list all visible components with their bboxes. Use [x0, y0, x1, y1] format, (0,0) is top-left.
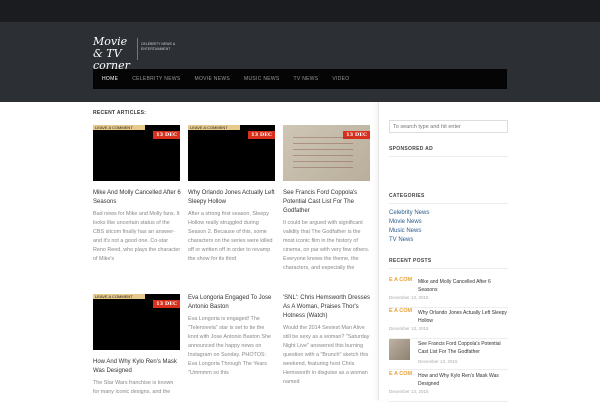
article-thumbnail[interactable]: LEAVE A COMMENT 13 DEC: [188, 125, 275, 181]
site-header: Movie & TV corner Celebrity news & enter…: [0, 22, 600, 102]
categories-title: CATEGORIES: [389, 193, 508, 204]
article-card: LEAVE A COMMENT 13 DEC How And Why Kylo R…: [93, 294, 181, 397]
logo-divider: [137, 38, 138, 60]
categories-list: Celebrity News Movie News Music News TV …: [389, 209, 429, 245]
sidebar: SPONSORED AD CATEGORIES Celebrity News M…: [378, 102, 513, 402]
recent-post-date: December 13, 2015: [389, 389, 429, 394]
category-link[interactable]: Celebrity News: [389, 209, 429, 218]
article-excerpt: Bad news for Mike and Molly fans. It loo…: [93, 211, 181, 262]
article-title[interactable]: See Francis Ford Coppola's Potential Cas…: [283, 189, 371, 216]
post-thumb-label: E A COM: [389, 308, 413, 314]
sponsored-title: SPONSORED AD: [389, 146, 508, 157]
site-logo[interactable]: Movie & TV corner: [93, 36, 135, 72]
article-excerpt: Eva Longoria is engaged! The "Telenovela…: [188, 316, 272, 376]
date-badge: 13 DEC: [343, 131, 370, 139]
main-nav: Home Celebrity News Movie News Music New…: [93, 69, 507, 89]
post-thumb-label: E A COM: [389, 277, 413, 283]
article-excerpt: After a strong first season, Sleepy Holl…: [188, 211, 273, 262]
nav-celebrity-news[interactable]: Celebrity News: [132, 76, 180, 82]
article-title[interactable]: How And Why Kylo Ren's Mask Was Designed: [93, 358, 181, 376]
article-thumbnail[interactable]: LEAVE A COMMENT 13 DEC: [93, 125, 180, 181]
recent-post[interactable]: See Francis Ford Coppola's Potential Cas…: [389, 339, 508, 370]
nav-music-news[interactable]: Music News: [244, 76, 280, 82]
article-excerpt: Would the 2014 Sexiest Man Alive still b…: [283, 325, 370, 385]
article-card: Eva Longoria Engaged To Jose Antonio Bas…: [188, 286, 276, 378]
site-tagline: Celebrity news & entertainment: [141, 42, 176, 51]
recent-post-title[interactable]: Mike and Molly Cancelled After 6 Seasons: [418, 278, 510, 294]
nav-tv-news[interactable]: TV News: [294, 76, 319, 82]
article-thumbnail[interactable]: LEAVE A COMMENT 13 DEC: [93, 294, 180, 350]
date-badge: 13 DEC: [153, 131, 180, 139]
article-card: LEAVE A COMMENT 13 DEC Why Orlando Jones …: [188, 125, 276, 264]
category-link[interactable]: Music News: [389, 227, 429, 236]
recent-post-date: December 13, 2015: [389, 326, 429, 331]
article-title[interactable]: Eva Longoria Engaged To Jose Antonio Bas…: [188, 294, 276, 312]
article-card: LEAVE A COMMENT 13 DEC Mike And Molly Can…: [93, 125, 181, 264]
main-content: RECENT ARTICLES:: [93, 110, 375, 116]
article-card: 'SNL': Chris Hemsworth Dresses As A Woma…: [283, 286, 371, 387]
article-excerpt: The Star Wars franchise is known for man…: [93, 380, 174, 395]
recent-post-thumbnail[interactable]: [389, 339, 410, 360]
category-link[interactable]: Movie News: [389, 218, 429, 227]
recent-post[interactable]: E A COM Why Orlando Jones Actually Left …: [389, 308, 508, 339]
article-card: 13 DEC See Francis Ford Coppola's Potent…: [283, 125, 371, 273]
date-badge: 13 DEC: [248, 131, 275, 139]
nav-home[interactable]: Home: [102, 76, 118, 82]
post-thumb-label: E A COM: [389, 371, 413, 377]
recent-post-date: December 13, 2015: [418, 359, 458, 364]
recent-post-title[interactable]: Why Orlando Jones Actually Left Sleepy H…: [418, 309, 510, 325]
recent-post[interactable]: E A COM How and Why Kylo Ren's Mask Was …: [389, 371, 508, 402]
section-title: RECENT ARTICLES:: [93, 110, 147, 116]
top-bar: [0, 0, 600, 22]
date-badge: 13 DEC: [153, 300, 180, 308]
article-thumbnail[interactable]: 13 DEC: [283, 125, 370, 181]
article-title[interactable]: Mike And Molly Cancelled After 6 Seasons: [93, 189, 181, 207]
recent-post-title[interactable]: See Francis Ford Coppola's Potential Cas…: [418, 340, 510, 356]
article-title[interactable]: 'SNL': Chris Hemsworth Dresses As A Woma…: [283, 294, 371, 321]
nav-movie-news[interactable]: Movie News: [195, 76, 231, 82]
leave-comment-link[interactable]: LEAVE A COMMENT: [93, 125, 145, 130]
recent-posts-title: RECENT POSTS: [389, 258, 508, 269]
recent-post[interactable]: E A COM Mike and Molly Cancelled After 6…: [389, 277, 508, 308]
recent-post-title[interactable]: How and Why Kylo Ren's Mask Was Designed: [418, 372, 510, 388]
article-excerpt: It could be argued with significant vali…: [283, 220, 370, 271]
leave-comment-link[interactable]: LEAVE A COMMENT: [188, 125, 240, 130]
leave-comment-link[interactable]: LEAVE A COMMENT: [93, 294, 145, 299]
nav-video[interactable]: Video: [332, 76, 349, 82]
recent-post-date: December 13, 2015: [389, 295, 429, 300]
category-link[interactable]: TV News: [389, 236, 429, 245]
article-title[interactable]: Why Orlando Jones Actually Left Sleepy H…: [188, 189, 276, 207]
search-input[interactable]: [389, 120, 508, 133]
